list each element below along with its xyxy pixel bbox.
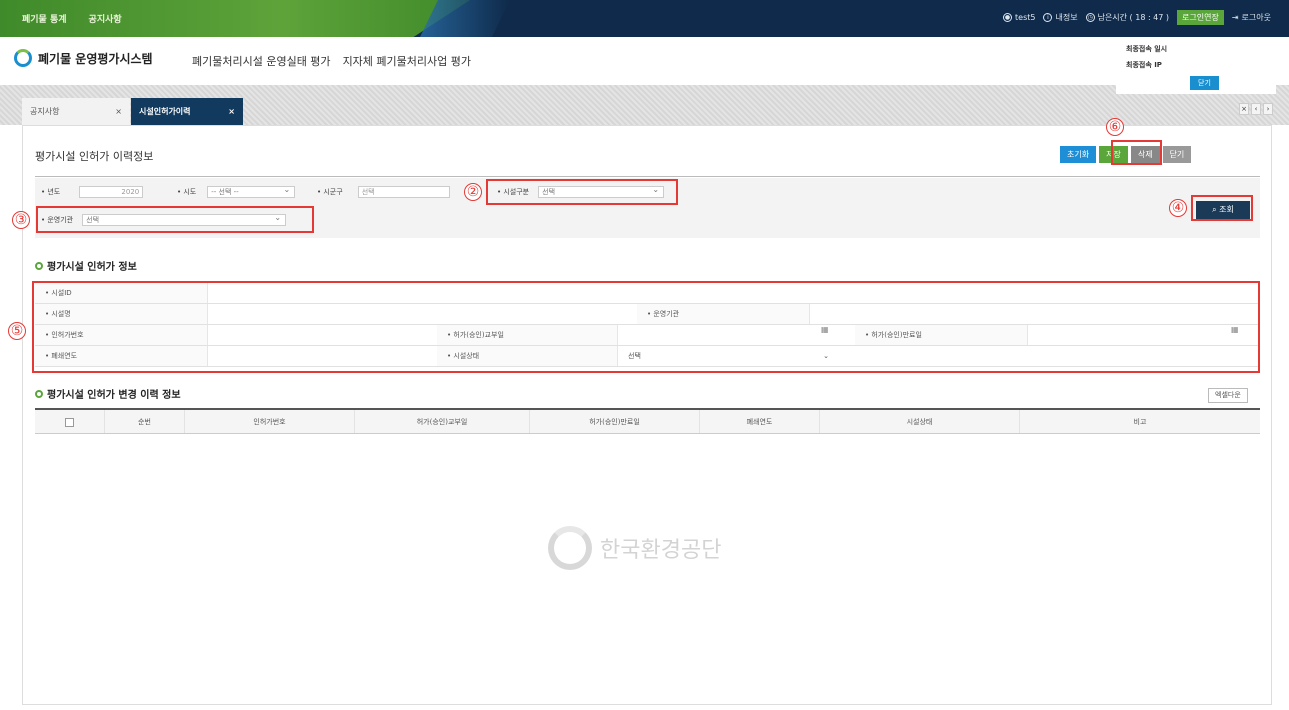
- sido-field: • 시도 -- 선택 --: [177, 185, 296, 198]
- column-header[interactable]: 폐쇄연도: [700, 410, 820, 433]
- last-login-time-label: 최종접속 일시: [1126, 45, 1168, 53]
- session-timer: ◷ 남은시간 ( 18 : 47 ): [1085, 12, 1170, 23]
- history-table-header: 순번 인허가번호 허가(승인)교부일 허가(승인)만료일 폐쇄연도 시설상태 비…: [35, 410, 1260, 434]
- extend-login-button[interactable]: 로그인연장: [1177, 10, 1224, 25]
- section-bullet-icon: [35, 389, 43, 398]
- annotation-number-3: ③: [12, 211, 30, 229]
- prev-tab-icon[interactable]: ‹: [1251, 103, 1261, 115]
- year-label: • 년도: [41, 188, 61, 196]
- column-header[interactable]: 시설상태: [820, 410, 1020, 433]
- menu-facility-evaluation[interactable]: 폐기물처리시설 운영실태 평가: [192, 53, 331, 69]
- info-section-title: 평가시설 인허가 정보: [35, 258, 137, 273]
- year-input[interactable]: 2020: [79, 186, 144, 198]
- close-all-tabs-icon[interactable]: ×: [1239, 103, 1249, 115]
- page-title: 평가시설 인허가 이력정보: [35, 150, 154, 163]
- reset-button[interactable]: 초기화: [1060, 146, 1097, 163]
- logo[interactable]: 폐기물 운영평가시스템: [14, 49, 153, 67]
- annotation-box-5: [32, 281, 1260, 373]
- logout-icon: ⇥: [1231, 13, 1239, 22]
- annotation-number-6: ⑥: [1106, 118, 1124, 136]
- user-indicator: ● test5: [1003, 13, 1035, 22]
- annotation-box-2: [486, 179, 678, 205]
- tab-facility-permit[interactable]: 시설인허가이력 ×: [131, 98, 243, 125]
- sigungu-field: • 시군구 선택: [317, 186, 450, 198]
- annotation-number-5: ⑤: [8, 322, 26, 340]
- annotation-box-6: [1111, 140, 1162, 165]
- close-icon[interactable]: ×: [115, 107, 122, 116]
- annotation-box-4: [1191, 195, 1253, 221]
- top-nav: 폐기물 통계 공지사항: [22, 12, 122, 25]
- annotation-number-2: ②: [464, 183, 482, 201]
- sido-select[interactable]: -- 선택 --: [207, 185, 296, 198]
- main-menu: 폐기물처리시설 운영실태 평가 지자체 폐기물처리사업 평가: [192, 53, 471, 69]
- annotation-box-3: [36, 206, 314, 233]
- section-bullet-icon: [35, 261, 43, 270]
- tab-facility-permit-label: 시설인허가이력: [139, 107, 191, 116]
- tab-controls: × ‹ ›: [1239, 103, 1273, 115]
- annotation-number-4: ④: [1169, 199, 1187, 217]
- close-icon[interactable]: ×: [228, 107, 235, 116]
- watermark-logo-icon: [548, 526, 592, 570]
- select-all-checkbox[interactable]: [65, 417, 74, 427]
- tab-notice[interactable]: 공지사항 ×: [22, 98, 130, 125]
- sigungu-input[interactable]: 선택: [357, 186, 450, 198]
- top-nav-stats[interactable]: 폐기물 통계: [22, 12, 67, 25]
- top-nav-notice[interactable]: 공지사항: [89, 12, 122, 25]
- history-section-title-text: 평가시설 인허가 변경 이력 정보: [47, 390, 181, 401]
- column-header[interactable]: 인허가번호: [185, 410, 355, 433]
- sido-label: • 시도: [177, 188, 197, 196]
- watermark: 한국환경공단: [548, 526, 721, 570]
- clock-icon: ◷: [1085, 13, 1095, 22]
- tab-notice-label: 공지사항: [30, 107, 60, 116]
- column-header[interactable]: 순번: [105, 410, 185, 433]
- excel-download-button[interactable]: 엑셀다운: [1208, 388, 1248, 403]
- year-field: • 년도 2020: [41, 186, 144, 198]
- column-header[interactable]: 허가(승인)만료일: [530, 410, 700, 433]
- session-time: 남은시간 ( 18 : 47 ): [1097, 13, 1170, 22]
- menu-local-evaluation[interactable]: 지자체 폐기물처리사업 평가: [343, 53, 471, 69]
- user-icon: ●: [1003, 13, 1013, 22]
- watermark-text: 한국환경공단: [600, 538, 722, 563]
- title-divider: [35, 176, 1260, 177]
- logout-link[interactable]: ⇥ 로그아웃: [1232, 12, 1271, 23]
- my-info-link[interactable]: i 내정보: [1043, 12, 1078, 23]
- info-section-title-text: 평가시설 인허가 정보: [47, 262, 137, 273]
- logo-text: 폐기물 운영평가시스템: [38, 51, 153, 66]
- my-info-label: 내정보: [1055, 13, 1078, 22]
- info-icon: i: [1043, 13, 1053, 22]
- top-right-tools: ● test5 i 내정보 ◷ 남은시간 ( 18 : 47 ) 로그인연장 ⇥ 로그아…: [1003, 10, 1271, 25]
- sigungu-label: • 시군구: [317, 188, 343, 196]
- column-header[interactable]: 비고: [1020, 410, 1260, 433]
- history-section-title: 평가시설 인허가 변경 이력 정보: [35, 386, 181, 401]
- top-bar: 폐기물 통계 공지사항 ● test5 i 내정보 ◷ 남은시간 ( 18 : 47 …: [0, 0, 1289, 37]
- last-login-close-button[interactable]: 닫기: [1190, 76, 1219, 90]
- user-name: test5: [1015, 13, 1036, 22]
- last-login-ip-label: 최종접속 IP: [1126, 61, 1162, 69]
- last-login-popup: 최종접속 일시 최종접속 IP 닫기: [1116, 40, 1276, 94]
- tab-strip: 공지사항 × 시설인허가이력 × × ‹ ›: [0, 85, 1289, 125]
- logout-label: 로그아웃: [1241, 13, 1271, 22]
- close-button[interactable]: 닫기: [1162, 146, 1192, 163]
- next-tab-icon[interactable]: ›: [1263, 103, 1273, 115]
- select-all-column: [35, 410, 105, 433]
- logo-icon: [14, 49, 32, 67]
- column-header[interactable]: 허가(승인)교부일: [355, 410, 530, 433]
- header: 폐기물 운영평가시스템 폐기물처리시설 운영실태 평가 지자체 폐기물처리사업 …: [0, 37, 1289, 85]
